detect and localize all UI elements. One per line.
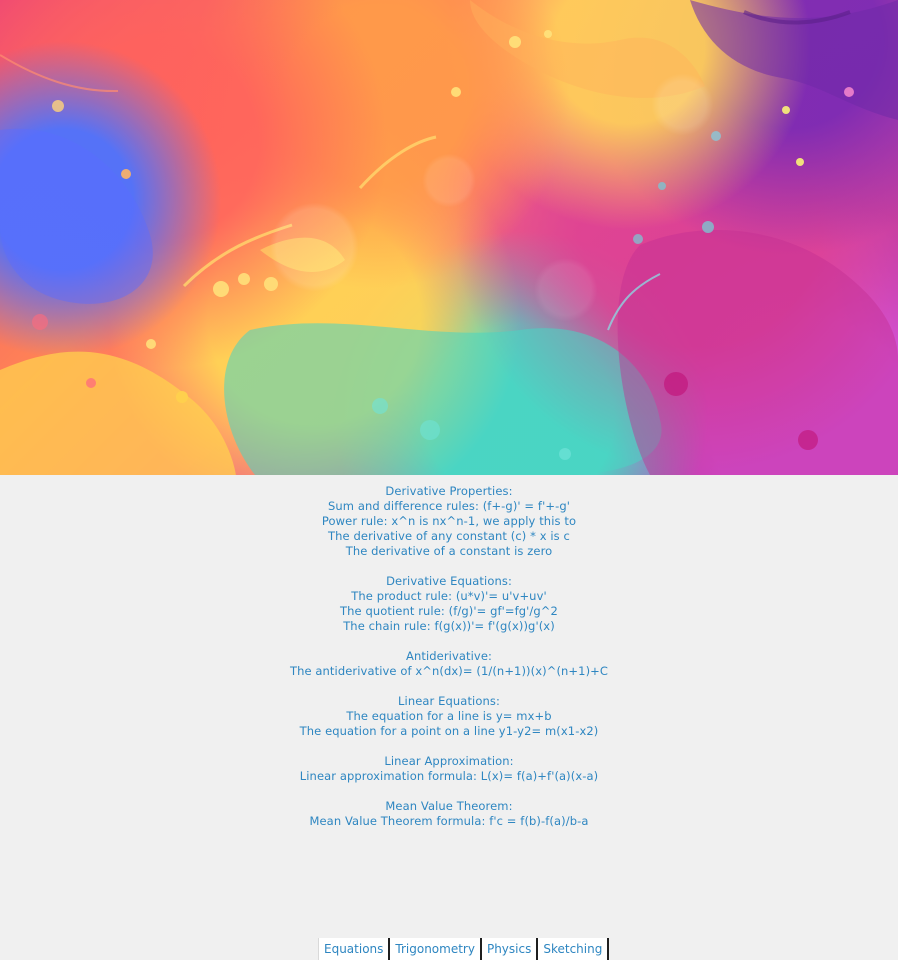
derivative-properties-section: Derivative Properties: Sum and differenc… bbox=[0, 484, 898, 559]
application-window: Derivative Properties: Sum and differenc… bbox=[0, 0, 898, 960]
linear-approximation-section: Linear Approximation: Linear approximati… bbox=[0, 754, 898, 784]
formula-line: The antiderivative of x^n(dx)= (1/(n+1))… bbox=[289, 664, 609, 678]
section-title: Derivative Equations: bbox=[386, 574, 512, 588]
tab-equations[interactable]: Equations bbox=[318, 938, 391, 960]
derivative-equations-section: Derivative Equations: The product rule: … bbox=[0, 574, 898, 634]
formula-line: Power rule: x^n is nx^n-1, we apply this… bbox=[321, 514, 577, 528]
formula-line: The derivative of any constant (c) * x i… bbox=[328, 529, 570, 543]
bottom-tab-bar: Equations Trigonometry Physics Sketching bbox=[318, 938, 610, 960]
section-title: Linear Approximation: bbox=[384, 754, 514, 768]
formula-line: The product rule: (u*v)'= u'v+uv' bbox=[351, 589, 547, 603]
tab-sketching[interactable]: Sketching bbox=[538, 938, 610, 960]
mean-value-theorem-section: Mean Value Theorem: Mean Value Theorem f… bbox=[0, 799, 898, 829]
formula-line: The quotient rule: (f/g)'= gf'=fg'/g^2 bbox=[340, 604, 558, 618]
section-title: Antiderivative: bbox=[406, 649, 492, 663]
section-title: Linear Equations: bbox=[398, 694, 500, 708]
tab-trigonometry[interactable]: Trigonometry bbox=[390, 938, 482, 960]
formula-line: The equation for a line is y= mx+b bbox=[346, 709, 552, 723]
linear-equations-section: Linear Equations: The equation for a lin… bbox=[0, 694, 898, 739]
formula-line: Linear approximation formula: L(x)= f(a)… bbox=[299, 769, 599, 783]
section-title: Mean Value Theorem: bbox=[385, 799, 513, 813]
tab-physics[interactable]: Physics bbox=[481, 938, 539, 960]
formula-line: The equation for a point on a line y1-y2… bbox=[299, 724, 599, 738]
formula-content: Derivative Properties: Sum and differenc… bbox=[0, 484, 898, 844]
paint-splatter-graphic bbox=[0, 0, 898, 475]
formula-line: The derivative of a constant is zero bbox=[345, 544, 553, 558]
formula-line: Mean Value Theorem formula: f'c = f(b)-f… bbox=[309, 814, 589, 828]
formula-line: The chain rule: f(g(x))'= f'(g(x))g'(x) bbox=[343, 619, 555, 633]
formula-line: Sum and difference rules: (f+-g)' = f'+-… bbox=[328, 499, 570, 513]
section-title: Derivative Properties: bbox=[385, 484, 513, 498]
antiderivative-section: Antiderivative: The antiderivative of x^… bbox=[0, 649, 898, 679]
colorful-paint-splash-banner bbox=[0, 0, 898, 475]
